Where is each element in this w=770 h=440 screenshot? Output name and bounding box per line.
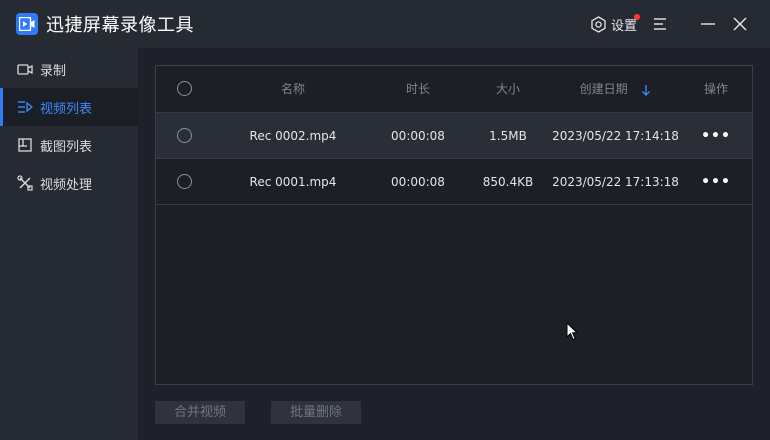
more-icon[interactable]: ••• — [701, 174, 731, 190]
file-date: 2023/05/22 17:14:18 — [552, 129, 679, 143]
mouse-cursor-icon — [566, 322, 578, 341]
app-logo-icon — [16, 13, 38, 35]
column-header-size[interactable]: 大小 — [468, 66, 548, 113]
sidebar: 录制 视频列表 截图列表 视频处理 — [0, 48, 138, 440]
settings-button[interactable]: 设置 — [590, 14, 640, 34]
close-icon — [733, 17, 747, 31]
table-header: 名称 时长 大小 创建日期 操作 — [156, 66, 752, 113]
menu-button[interactable] — [652, 16, 668, 32]
sort-down-icon — [642, 84, 651, 96]
file-name: Rec 0001.mp4 — [249, 175, 337, 189]
sidebar-item-screenshot-list[interactable]: 截图列表 — [0, 126, 138, 164]
row-select-cell — [174, 113, 194, 159]
select-all-radio[interactable] — [176, 80, 192, 96]
camera-icon — [17, 64, 33, 75]
close-button[interactable] — [732, 16, 748, 32]
sidebar-item-label: 录制 — [40, 63, 67, 79]
file-duration: 00:00:08 — [391, 129, 445, 143]
tools-icon — [17, 175, 33, 191]
sidebar-item-label: 视频列表 — [40, 101, 93, 117]
sidebar-item-label: 截图列表 — [40, 139, 93, 155]
file-date: 2023/05/22 17:13:18 — [552, 175, 679, 189]
sidebar-item-video-list[interactable]: 视频列表 — [0, 88, 138, 126]
batch-delete-button[interactable]: 批量删除 — [271, 401, 361, 424]
more-actions-cell: ••• — [686, 159, 746, 205]
sidebar-item-video-process[interactable]: 视频处理 — [0, 164, 138, 202]
row-select-radio[interactable] — [176, 173, 192, 189]
file-size: 1.5MB — [489, 129, 527, 143]
file-duration: 00:00:08 — [391, 175, 445, 189]
row-select-cell — [174, 159, 194, 205]
column-header-actions: 操作 — [703, 82, 728, 96]
list-icon — [18, 101, 33, 113]
sidebar-item-record[interactable]: 录制 — [0, 50, 138, 88]
video-table: 名称 时长 大小 创建日期 操作 Rec 0002.mp4 00:00:08 1… — [155, 65, 753, 385]
menu-icon — [654, 18, 666, 30]
column-header-date[interactable]: 创建日期 — [548, 66, 683, 113]
column-header-name[interactable]: 名称 — [218, 66, 368, 113]
file-name: Rec 0002.mp4 — [249, 129, 337, 143]
minimize-button[interactable] — [700, 16, 716, 32]
more-icon[interactable]: ••• — [701, 128, 731, 144]
sidebar-item-label: 视频处理 — [40, 177, 93, 193]
screenshot-icon — [18, 138, 32, 152]
select-all-cell — [174, 66, 194, 113]
gear-icon — [591, 15, 606, 33]
column-header-duration[interactable]: 时长 — [378, 66, 458, 113]
column-header-date-label: 创建日期 — [579, 82, 628, 96]
notification-dot — [634, 14, 640, 20]
more-actions-cell: ••• — [686, 113, 746, 159]
row-select-radio[interactable] — [176, 127, 192, 143]
app-title: 迅捷屏幕录像工具 — [46, 15, 194, 36]
minimize-icon — [701, 23, 715, 25]
file-size: 850.4KB — [482, 175, 534, 189]
merge-videos-button[interactable]: 合并视频 — [155, 401, 245, 424]
title-bar: 迅捷屏幕录像工具 设置 — [0, 0, 770, 48]
table-row[interactable]: Rec 0002.mp4 00:00:08 1.5MB 2023/05/22 1… — [156, 113, 752, 159]
table-row[interactable]: Rec 0001.mp4 00:00:08 850.4KB 2023/05/22… — [156, 159, 752, 205]
